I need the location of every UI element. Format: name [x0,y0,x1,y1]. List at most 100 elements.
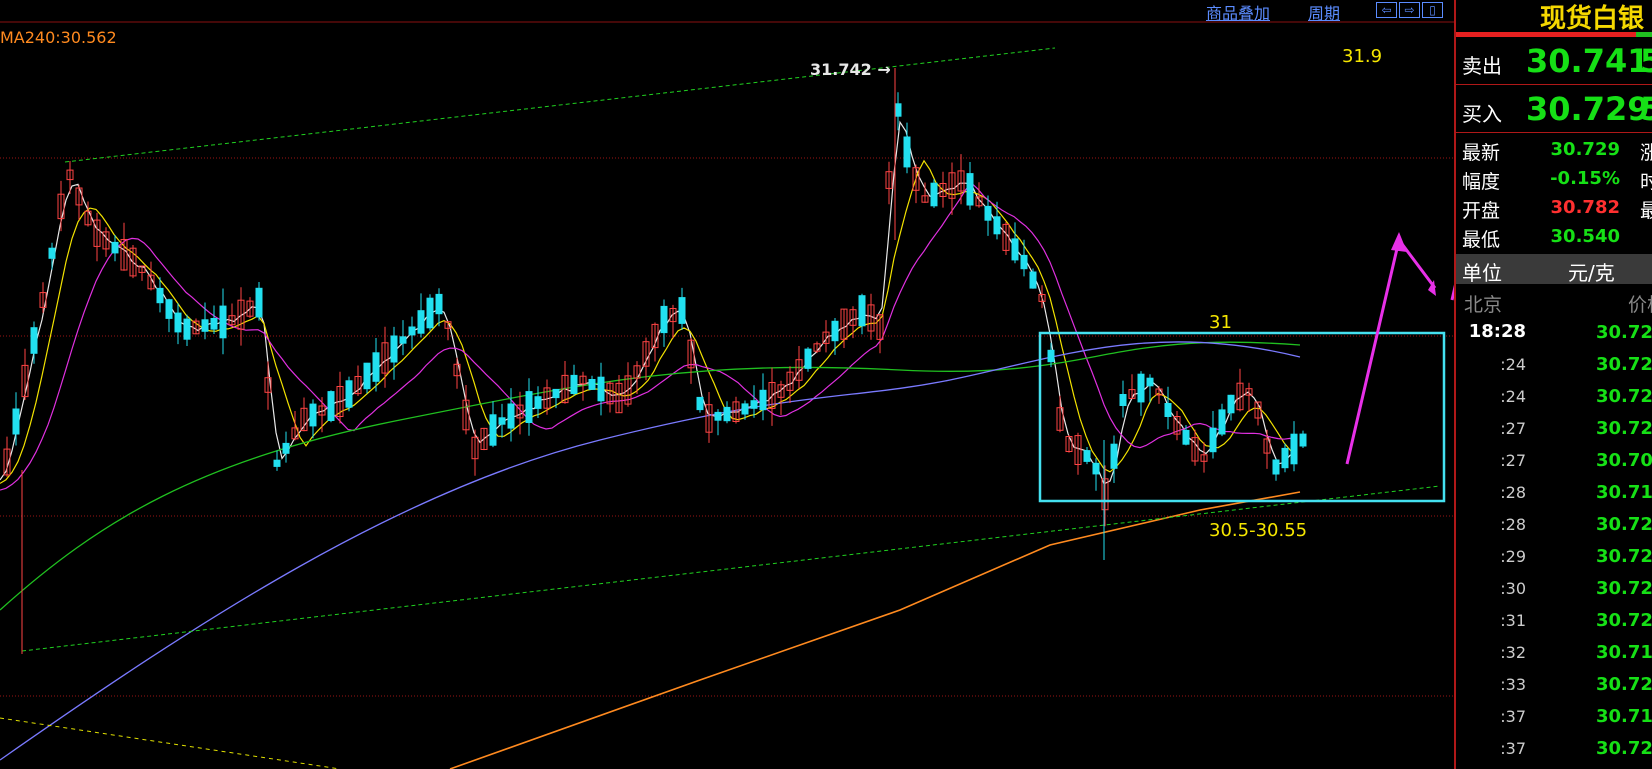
candle-body [165,299,173,319]
sell-label: 卖出 [1462,54,1502,78]
candle-body [1218,409,1226,435]
candle-body [282,442,290,454]
stat-label: 最新 [1462,142,1501,164]
city-label: 北京 [1464,294,1503,316]
ma20-line [0,182,1297,491]
candle-body [345,380,353,408]
sell-quote-row: 卖出 30.741 5 [1456,40,1652,85]
candle-body [1209,427,1217,453]
candle-body [1092,462,1100,475]
candle-body [1083,450,1091,462]
candle-body [894,103,902,117]
stat-label: 幅度 [1462,171,1501,193]
tick-time: 18:28 [1468,321,1526,342]
candlestick-chart-area[interactable]: MA240:30.562 商品叠加 周期 ⇦ ⇨ ▯ 31.742 → 31.9… [0,0,1454,769]
tick-price: 30.72 [1596,322,1652,343]
tick-row: :27 30.70 [1456,446,1652,478]
candle-body [1029,271,1037,289]
tick-time: :27 [1500,419,1526,438]
overlay-product-link[interactable]: 商品叠加 [1206,0,1270,24]
tick-price: 30.71 [1596,706,1652,727]
candle-body [1272,459,1280,475]
scroll-left-button[interactable]: ⇦ [1376,2,1397,18]
tick-price: 30.72 [1596,418,1652,439]
tick-time: :37 [1500,707,1526,726]
expand-button[interactable]: ▯ [1422,2,1443,18]
ma5-line [0,120,1297,485]
candle-body [498,417,506,425]
candle-body [255,287,263,318]
unit-label: 单位 [1462,261,1502,285]
forecast-arrow-head [1391,232,1407,252]
candle-body [390,335,398,363]
candle-body [309,403,317,427]
candle-body [534,396,542,409]
stat-row-latest: 最新 30.729 涨 [1456,136,1652,165]
candle-body [210,318,218,330]
candle-body [984,205,992,221]
candle-body [174,312,182,333]
yellow-dashed-line [0,717,341,769]
ma240-indicator-label: MA240:30.562 [0,28,117,47]
tick-price: 30.70 [1596,450,1652,471]
tick-time: :33 [1500,675,1526,694]
candle-body [903,136,911,168]
candle-body [327,391,335,422]
candle-body [1281,447,1289,469]
stat-value: 30.729 [1550,139,1620,160]
tick-row: :24 30.72 [1456,382,1652,414]
tick-row: :30 30.72 [1456,574,1652,606]
candle-body [435,293,443,315]
buy-price: 30.729 [1526,90,1650,128]
price-chart-svg [0,21,1454,769]
scroll-right-button[interactable]: ⇨ [1399,2,1420,18]
tick-row: :37 30.71 [1456,702,1652,734]
stat-label: 最低 [1462,229,1501,251]
candle-body [1119,394,1127,406]
candle-body [1020,254,1028,270]
tick-row: :29 30.72 [1456,542,1652,574]
candle-body [1227,394,1235,414]
candle-body [426,297,434,329]
tick-time: :30 [1500,579,1526,598]
sell-extra: 5 [1640,42,1652,80]
tick-time: :37 [1500,739,1526,758]
candle-body [12,408,20,435]
candle-body [678,297,686,324]
candle-body [1137,373,1145,403]
quote-side-panel: 现货白银 卖出 30.741 5 买入 30.729 5 最新 30.729 涨… [1454,0,1652,769]
candle-body [858,295,866,327]
buy-extra: 5 [1640,90,1652,128]
period-link[interactable]: 周期 [1308,0,1340,24]
tick-row: :33 30.72 [1456,670,1652,702]
candle-body [831,320,839,342]
candle-body [804,348,812,369]
tick-time: :28 [1500,515,1526,534]
tick-price: 30.72 [1596,386,1652,407]
stat-row-open: 开盘 30.782 最 [1456,194,1652,223]
candle-body [930,182,938,207]
tick-price: 30.72 [1596,674,1652,695]
candle-body [741,403,749,415]
support-annotation: 30.5-30.55 [1209,520,1308,541]
candle-body [507,403,515,429]
tick-time: :27 [1500,451,1526,470]
stat-value: 30.540 [1550,226,1620,247]
stat-value: -0.15% [1550,168,1620,189]
candle-body [552,388,560,399]
tick-row: :32 30.71 [1456,638,1652,670]
tick-price: 30.71 [1596,642,1652,663]
candle-body [723,406,731,422]
candle-body [570,374,578,394]
buy-label: 买入 [1462,102,1502,126]
tick-row: :37 30.72 [1456,734,1652,766]
stat-row-low: 最低 30.540 [1456,223,1652,252]
stat-extra: 涨 [1640,138,1652,165]
candle-body [1110,443,1118,469]
candle-body [1182,429,1190,445]
candle-body [417,310,425,334]
tick-row: :31 30.72 [1456,606,1652,638]
candle-body [1290,433,1298,465]
candle-body [714,411,722,421]
candle-body [363,362,371,390]
